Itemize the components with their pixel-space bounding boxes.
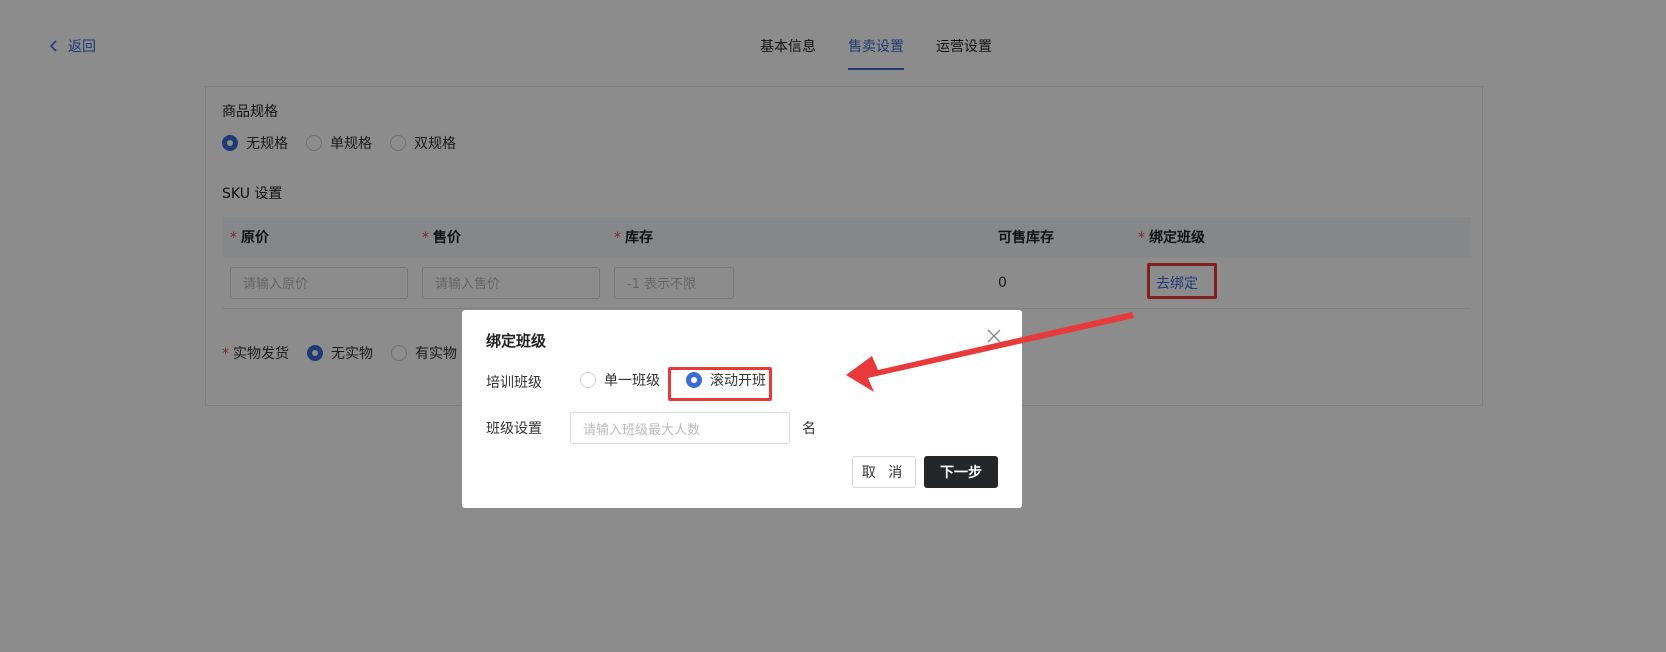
dialog-title: 绑定班级 — [486, 332, 547, 350]
training-option-rolling[interactable]: 滚动开班 — [686, 370, 766, 390]
training-option-label: 滚动开班 — [710, 373, 766, 389]
training-radio-group: 单一班级 滚动开班 — [580, 370, 766, 390]
radio-circle — [686, 372, 702, 388]
training-option-single[interactable]: 单一班级 — [580, 370, 660, 390]
training-label: 培训班级 — [486, 375, 542, 391]
radio-circle — [580, 372, 596, 388]
page: 返回 基本信息 售卖设置 运营设置 商品规格 无规格 单规格 双规格 SKU 设… — [0, 0, 1666, 652]
cancel-button[interactable]: 取 消 — [852, 456, 916, 488]
next-button[interactable]: 下一步 — [924, 456, 998, 488]
bind-class-dialog: 绑定班级 培训班级 单一班级 滚动开班 班级设置 请输入班级最大人数 名 取 消… — [462, 310, 1022, 508]
class-setting-label: 班级设置 — [486, 421, 542, 437]
class-size-input[interactable]: 请输入班级最大人数 — [570, 412, 790, 444]
close-icon[interactable] — [986, 328, 1002, 344]
class-unit: 名 — [802, 421, 816, 437]
training-option-label: 单一班级 — [604, 373, 660, 389]
